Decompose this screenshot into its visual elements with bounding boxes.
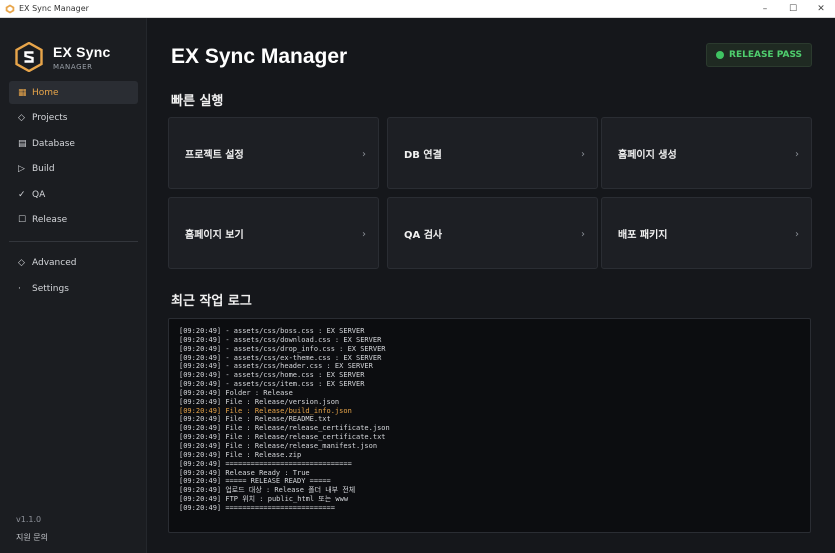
sidebar-nav: ▦ Home ◇ Projects ▤ Database ▷ Build ✓ Q… xyxy=(9,81,138,303)
log-line: [09:20:49] File : Release/release_manife… xyxy=(179,441,378,450)
quick-actions-title: 빠른 실행 xyxy=(171,94,224,109)
sidebar-item-label: Advanced xyxy=(32,258,77,269)
main-content: EX Sync Manager RELEASE PASS 빠른 실행 프로젝트 … xyxy=(147,18,835,553)
sidebar-item-release[interactable]: ☐ Release xyxy=(9,209,138,232)
log-line: [09:20:49] ===== RELEASE READY ===== xyxy=(179,477,331,486)
card-label: QA 검사 xyxy=(404,229,443,241)
window-title: EX Sync Manager xyxy=(19,4,89,13)
status-badge: RELEASE PASS xyxy=(706,43,812,67)
log-line: [09:20:49] File : Release.zip xyxy=(179,450,302,459)
chevron-right-icon: › xyxy=(795,149,799,160)
log-line: [09:20:49] File : Release/release_certif… xyxy=(179,424,390,433)
sidebar-item-projects[interactable]: ◇ Projects xyxy=(9,107,138,130)
status-badge-label: RELEASE PASS xyxy=(729,50,802,60)
card-qa-check[interactable]: QA 검사 › xyxy=(387,197,598,269)
card-release-package[interactable]: 배포 패키지 › xyxy=(601,197,812,269)
log-line: [09:20:49] =============================… xyxy=(179,459,352,468)
chevron-right-icon: › xyxy=(581,149,585,160)
sidebar-item-settings[interactable]: · Settings xyxy=(9,278,138,301)
log-line: [09:20:49] File : Release/version.json xyxy=(179,397,340,406)
log-output[interactable]: [09:20:49] - assets/css/boss.css : EX SE… xyxy=(168,318,811,533)
brand: EX Sync MANAGER xyxy=(0,18,146,80)
maximize-button[interactable]: ☐ xyxy=(779,0,807,18)
brand-name: EX Sync xyxy=(53,43,111,60)
sidebar-item-home[interactable]: ▦ Home xyxy=(9,81,138,104)
log-line: [09:20:49] - assets/css/item.css : EX SE… xyxy=(179,380,365,389)
minimize-button[interactable]: – xyxy=(751,0,779,18)
database-icon: ▤ xyxy=(18,138,27,149)
dot-icon: · xyxy=(18,284,21,295)
sidebar-item-label: Home xyxy=(32,87,59,98)
sidebar-divider xyxy=(9,240,138,242)
page-title: EX Sync Manager xyxy=(171,45,348,68)
log-line: [09:20:49] File : Release/README.txt xyxy=(179,415,331,424)
card-label: DB 연결 xyxy=(404,149,442,161)
log-line: [09:20:49] - assets/css/home.css : EX SE… xyxy=(179,371,365,380)
status-dot-icon xyxy=(716,51,725,59)
log-line: [09:20:49] Release Ready : True xyxy=(179,468,310,477)
sidebar-item-label: Settings xyxy=(32,284,69,295)
sidebar-item-database[interactable]: ▤ Database xyxy=(9,132,138,155)
log-line: [09:20:49] Folder : Release xyxy=(179,388,293,397)
card-label: 홈페이지 보기 xyxy=(185,229,244,241)
sidebar: EX Sync MANAGER ▦ Home ◇ Projects ▤ Data… xyxy=(0,18,147,553)
sidebar-item-label: Projects xyxy=(32,113,68,124)
recent-log-title: 최근 작업 로그 xyxy=(171,294,252,309)
sidebar-item-build[interactable]: ▷ Build xyxy=(9,158,138,181)
brand-logo-icon xyxy=(15,42,43,72)
log-line: [09:20:49] - assets/css/download.css : E… xyxy=(179,335,382,344)
chevron-right-icon: › xyxy=(362,229,366,240)
chevron-right-icon: › xyxy=(581,229,585,240)
log-line: [09:20:49] 업로드 대상 : Release 폴더 내부 전체 xyxy=(179,486,356,495)
sidebar-item-label: Database xyxy=(32,138,75,149)
grid-icon: ▦ xyxy=(18,87,27,98)
box-icon: ☐ xyxy=(18,215,27,226)
brand-subtitle: MANAGER xyxy=(53,62,93,71)
card-homepage-view[interactable]: 홈페이지 보기 › xyxy=(168,197,379,269)
card-db-connect[interactable]: DB 연결 › xyxy=(387,117,598,189)
diamond-icon: ◇ xyxy=(18,258,25,269)
log-line: [09:20:49] ========================== xyxy=(179,503,335,512)
log-line: [09:20:49] - assets/css/ex-theme.css : E… xyxy=(179,353,382,362)
card-label: 배포 패키지 xyxy=(618,229,668,241)
log-line: [09:20:49] - assets/css/header.css : EX … xyxy=(179,362,373,371)
window-titlebar: EX Sync Manager – ☐ ✕ xyxy=(0,0,835,18)
log-line: [09:20:49] File : Release/release_certif… xyxy=(179,433,386,442)
sidebar-item-advanced[interactable]: ◇ Advanced xyxy=(9,252,138,275)
support-link[interactable]: 지원 문의 xyxy=(16,532,48,543)
check-icon: ✓ xyxy=(18,189,26,200)
sidebar-item-label: QA xyxy=(32,189,46,200)
sidebar-item-label: Release xyxy=(32,215,68,226)
sidebar-item-label: Build xyxy=(32,164,55,175)
card-homepage-generate[interactable]: 홈페이지 생성 › xyxy=(601,117,812,189)
log-line: [09:20:49] FTP 위치 : public_html 또는 www xyxy=(179,495,349,504)
close-button[interactable]: ✕ xyxy=(807,0,835,18)
card-label: 홈페이지 생성 xyxy=(618,149,677,161)
chevron-right-icon: › xyxy=(795,229,799,240)
chevron-right-icon: › xyxy=(362,149,366,160)
diamond-icon: ◇ xyxy=(18,113,25,124)
play-icon: ▷ xyxy=(18,164,25,175)
log-line: [09:20:49] File : Release/build_info.jso… xyxy=(179,406,352,415)
card-project-settings[interactable]: 프로젝트 설정 › xyxy=(168,117,379,189)
card-label: 프로젝트 설정 xyxy=(185,149,244,161)
app-version: v1.1.0 xyxy=(16,515,42,524)
app-logo-icon xyxy=(5,4,15,13)
sidebar-item-qa[interactable]: ✓ QA xyxy=(9,183,138,206)
log-line: [09:20:49] - assets/css/drop_info.css : … xyxy=(179,344,386,353)
log-line: [09:20:49] - assets/css/boss.css : EX SE… xyxy=(179,327,365,335)
